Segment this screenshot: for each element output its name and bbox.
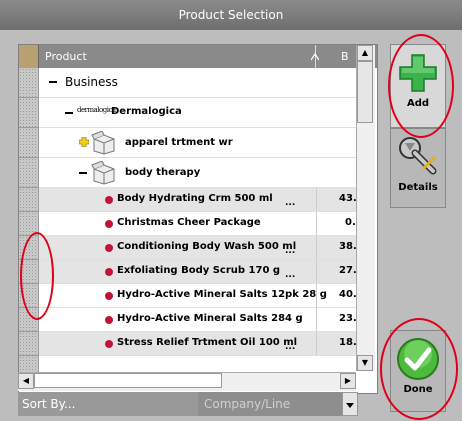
- product-bullet-icon: [105, 340, 113, 348]
- product-row[interactable]: Hydro-Active Mineral Salts 284 g 23.: [39, 308, 359, 332]
- product-bullet-icon: [105, 244, 113, 252]
- brand-logo: dermalogica: [77, 105, 116, 119]
- column-header-product[interactable]: Product: [41, 45, 319, 68]
- product-name: Conditioning Body Wash 500 ml: [117, 241, 297, 252]
- expand-icon[interactable]: [79, 137, 89, 147]
- row-selector[interactable]: [19, 128, 39, 158]
- product-name: Body Hydrating Crm 500 ml: [117, 193, 273, 204]
- collapse-icon[interactable]: [49, 81, 57, 83]
- product-row[interactable]: Stress Relief Trtment Oil 100 ml ... 18.: [39, 332, 359, 356]
- row-ellipsis[interactable]: ...: [285, 342, 295, 352]
- product-bullet-icon: [105, 268, 113, 276]
- dropdown-arrow-icon: [346, 403, 354, 408]
- product-bullet-icon: [105, 220, 113, 228]
- tree-node-label: body therapy: [125, 167, 201, 178]
- product-row[interactable]: Hydro-Active Mineral Salts 12pk 28 g 40.: [39, 284, 359, 308]
- tree-node-business[interactable]: Business: [39, 68, 359, 98]
- header-corner: [19, 45, 39, 68]
- tree-node-label: Business: [65, 75, 118, 89]
- product-row[interactable]: Exfoliating Body Scrub 170 g ... 27.: [39, 260, 359, 284]
- sort-by-select[interactable]: Company/Line: [198, 392, 342, 416]
- highlight-circle-add: [388, 34, 454, 138]
- product-bullet-icon: [105, 292, 113, 300]
- tree-node-brand[interactable]: dermalogica Dermalogica: [39, 98, 359, 128]
- product-row[interactable]: Body Hydrating Crm 500 ml ... 43.: [39, 188, 359, 212]
- grid-header: Product B: [19, 45, 377, 68]
- tree-node-category[interactable]: apparel trtment wr: [39, 128, 359, 158]
- horizontal-scroll-thumb[interactable]: [34, 373, 222, 388]
- product-name: Christmas Cheer Package: [117, 217, 261, 228]
- column-header-value[interactable]: B: [317, 45, 359, 68]
- product-name: Hydro-Active Mineral Salts 12pk 28 g: [117, 289, 327, 300]
- product-tree-grid[interactable]: Product B Business dermalogica Dermalogi…: [18, 44, 378, 394]
- product-bullet-icon: [105, 196, 113, 204]
- box-icon: [91, 161, 115, 185]
- details-button-label: Details: [398, 182, 438, 193]
- product-row[interactable]: Christmas Cheer Package 0.: [39, 212, 359, 236]
- window-title: Product Selection: [0, 0, 462, 31]
- collapse-icon[interactable]: [65, 112, 73, 114]
- wrench-icon: [399, 137, 437, 175]
- highlight-circle-row-selectors: [20, 232, 54, 320]
- collapse-icon[interactable]: [79, 172, 87, 174]
- row-selector[interactable]: [19, 332, 39, 356]
- details-button[interactable]: Details: [390, 128, 446, 208]
- product-row[interactable]: Conditioning Body Wash 500 ml ... 38.: [39, 236, 359, 260]
- column-header-product-label: Product: [45, 50, 87, 63]
- row-ellipsis[interactable]: ...: [285, 270, 295, 280]
- sort-by-label: Sort By...: [18, 392, 198, 416]
- scroll-up-button[interactable]: ▲: [357, 45, 373, 61]
- vertical-scroll-thumb[interactable]: [357, 61, 373, 123]
- row-ellipsis[interactable]: ...: [285, 198, 295, 208]
- row-selector[interactable]: [19, 98, 39, 128]
- row-selector[interactable]: [19, 68, 39, 98]
- scroll-right-button[interactable]: ▶: [340, 373, 356, 389]
- highlight-circle-done: [380, 318, 458, 420]
- product-bullet-icon: [105, 316, 113, 324]
- scroll-left-button[interactable]: ◀: [18, 373, 34, 389]
- tree-node-category[interactable]: body therapy: [39, 158, 359, 188]
- tree-node-label: apparel trtment wr: [125, 137, 233, 148]
- row-selector[interactable]: [19, 188, 39, 212]
- row-ellipsis[interactable]: ...: [285, 246, 295, 256]
- box-icon: [91, 131, 115, 155]
- product-name: Hydro-Active Mineral Salts 284 g: [117, 313, 303, 324]
- row-selector[interactable]: [19, 158, 39, 188]
- tree-node-label: Dermalogica: [111, 106, 182, 117]
- scroll-down-button[interactable]: ▼: [357, 355, 373, 371]
- product-name: Stress Relief Trtment Oil 100 ml: [117, 337, 298, 348]
- product-name: Exfoliating Body Scrub 170 g: [117, 265, 281, 276]
- sort-dropdown-button[interactable]: [342, 392, 358, 416]
